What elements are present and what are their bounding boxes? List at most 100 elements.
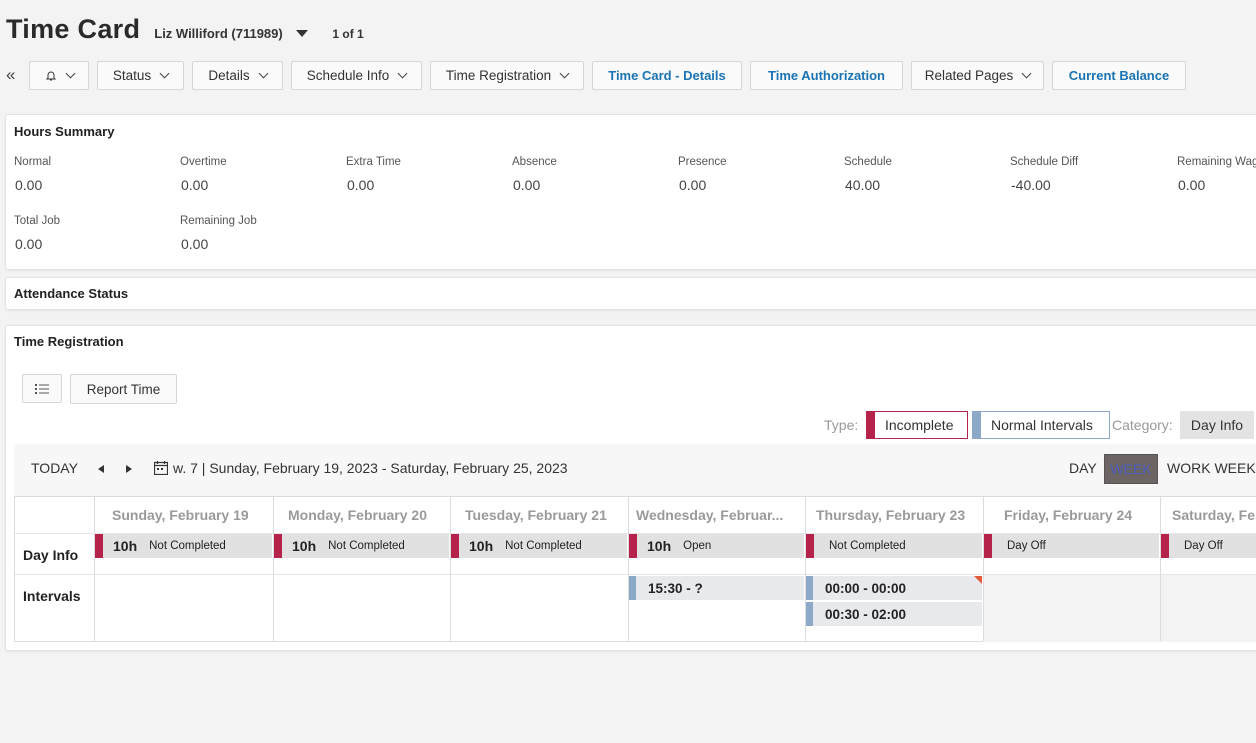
summary-value: 0.00: [1178, 177, 1206, 193]
normal-intervals-chip[interactable]: Normal Intervals: [972, 411, 1110, 439]
day-header-friday[interactable]: Friday, February 24: [1004, 507, 1159, 523]
chevron-down-icon: [397, 68, 408, 78]
calendar-toolbar: TODAY w. 7 | Sunday, February 19, 2023 -…: [14, 444, 1256, 496]
day-info-saturday[interactable]: Day Off: [1161, 534, 1256, 558]
details-label: Details: [208, 68, 250, 83]
day-header-sunday[interactable]: Sunday, February 19: [112, 507, 270, 523]
related-pages-label: Related Pages: [924, 68, 1014, 83]
schedule-info-label: Schedule Info: [306, 68, 390, 83]
day-info-thursday[interactable]: Not Completed: [806, 534, 982, 558]
day-info-sunday[interactable]: 10h Not Completed: [95, 534, 272, 558]
day-info-friday[interactable]: Day Off: [984, 534, 1159, 558]
summary-label: Extra Time: [346, 156, 401, 168]
summary-value: 0.00: [679, 177, 707, 193]
interval-time: 00:30 - 02:00: [825, 606, 907, 622]
time-card-details-link[interactable]: Time Card - Details: [592, 61, 742, 90]
schedule-info-menu-button[interactable]: Schedule Info: [291, 61, 422, 90]
grid-col-line: [94, 497, 95, 641]
summary-value: 40.00: [845, 177, 881, 193]
week-range-label: w. 7 | Sunday, February 19, 2023 - Satur…: [173, 460, 568, 476]
caret-down-icon[interactable]: [296, 30, 309, 37]
page-title: Time Card: [6, 14, 141, 44]
status-menu-button[interactable]: Status: [97, 61, 184, 90]
normal-intervals-swatch: [973, 412, 981, 438]
collapse-icon[interactable]: «: [6, 65, 15, 85]
normal-interval-marker: [629, 576, 636, 600]
day-info-monday[interactable]: 10h Not Completed: [274, 534, 449, 558]
attendance-status-panel[interactable]: Attendance Status: [5, 277, 1256, 310]
hours-summary-panel: Hours Summary Normal 0.00 Overtime 0.00 Ex…: [5, 114, 1256, 270]
summary-total-job: Total Job 0.00: [14, 215, 60, 252]
week-range[interactable]: w. 7 | Sunday, February 19, 2023 - Satur…: [154, 460, 568, 476]
summary-remaining-job: Remaining Job 0.00: [180, 215, 257, 252]
notification-menu-button[interactable]: [29, 61, 89, 90]
chevron-down-icon: [159, 68, 170, 78]
time-authorization-link[interactable]: Time Authorization: [750, 61, 903, 90]
interval-thursday-1[interactable]: 00:00 - 00:00: [806, 576, 982, 600]
incomplete-chip[interactable]: Incomplete: [866, 411, 968, 439]
day-info-chip[interactable]: Day Info: [1180, 411, 1254, 439]
hours-summary-title: Hours Summary: [14, 124, 115, 139]
today-button[interactable]: TODAY: [31, 460, 78, 476]
time-registration-panel: Time Registration Report Time Type: Inco…: [5, 325, 1256, 651]
day-hours: 10h: [469, 538, 494, 554]
next-week-icon[interactable]: [126, 465, 132, 473]
employee-selector[interactable]: Liz Williford (711989): [154, 26, 309, 41]
incomplete-marker: [984, 534, 992, 558]
view-work-week-button[interactable]: WORK WEEK: [1167, 460, 1256, 476]
employee-name: Liz Williford (711989): [154, 26, 283, 41]
summary-value: 0.00: [347, 177, 375, 193]
report-time-button[interactable]: Report Time: [70, 374, 177, 404]
day-header-saturday[interactable]: Saturday, Fe: [1172, 507, 1256, 523]
summary-label: Remaining Job: [180, 215, 257, 227]
list-view-button[interactable]: [22, 374, 62, 403]
summary-presence: Presence 0.00: [678, 156, 727, 193]
related-pages-menu-button[interactable]: Related Pages: [911, 61, 1044, 90]
incomplete-marker: [806, 534, 814, 558]
time-registration-title: Time Registration: [14, 334, 124, 349]
day-header-tuesday[interactable]: Tuesday, February 21: [465, 507, 625, 523]
interval-time: 15:30 - ?: [648, 580, 703, 596]
type-label: Type:: [824, 417, 859, 433]
day-hours: 10h: [292, 538, 317, 554]
incomplete-marker: [629, 534, 637, 558]
grid-col-line: [983, 497, 984, 641]
chevron-down-icon: [559, 68, 570, 78]
summary-label: Total Job: [14, 215, 61, 227]
time-registration-label: Time Registration: [445, 68, 552, 83]
summary-absence: Absence 0.00: [512, 156, 557, 193]
day-info-wednesday[interactable]: 10h Open: [629, 534, 804, 558]
time-registration-menu-button[interactable]: Time Registration: [430, 61, 584, 90]
interval-wednesday-1[interactable]: 15:30 - ?: [629, 576, 804, 600]
chevron-down-icon: [1021, 68, 1032, 78]
day-status: Not Completed: [505, 540, 582, 552]
grid-row-line: [15, 574, 1256, 575]
details-menu-button[interactable]: Details: [192, 61, 283, 90]
row-header-day-info: Day Info: [23, 547, 79, 563]
summary-normal: Normal 0.00: [14, 156, 51, 193]
view-day-button[interactable]: DAY: [1069, 460, 1097, 476]
status-label: Status: [112, 68, 152, 83]
weekend-shade: [983, 575, 1256, 642]
day-header-thursday[interactable]: Thursday, February 23: [816, 507, 981, 523]
current-balance-link[interactable]: Current Balance: [1052, 61, 1186, 90]
normal-interval-marker: [806, 576, 813, 600]
day-info-tuesday[interactable]: 10h Not Completed: [451, 534, 627, 558]
interval-thursday-2[interactable]: 00:30 - 02:00: [806, 602, 982, 626]
grid-col-line: [1160, 497, 1161, 641]
prev-week-icon[interactable]: [98, 465, 104, 473]
summary-label: Schedule: [844, 156, 892, 168]
incomplete-marker: [274, 534, 282, 558]
day-header-wednesday[interactable]: Wednesday, Februar...: [636, 507, 801, 523]
normal-interval-marker: [806, 602, 813, 626]
summary-label: Schedule Diff: [1010, 156, 1079, 168]
view-week-button[interactable]: WEEK: [1104, 454, 1158, 484]
grid-col-line: [273, 497, 274, 641]
pager-label: 1 of 1: [332, 27, 364, 41]
summary-value: 0.00: [513, 177, 541, 193]
incomplete-label: Incomplete: [885, 417, 954, 433]
chevron-down-icon: [258, 68, 269, 78]
day-header-monday[interactable]: Monday, February 20: [288, 507, 448, 523]
summary-overtime: Overtime 0.00: [180, 156, 227, 193]
day-status: Day Off: [1184, 540, 1223, 552]
